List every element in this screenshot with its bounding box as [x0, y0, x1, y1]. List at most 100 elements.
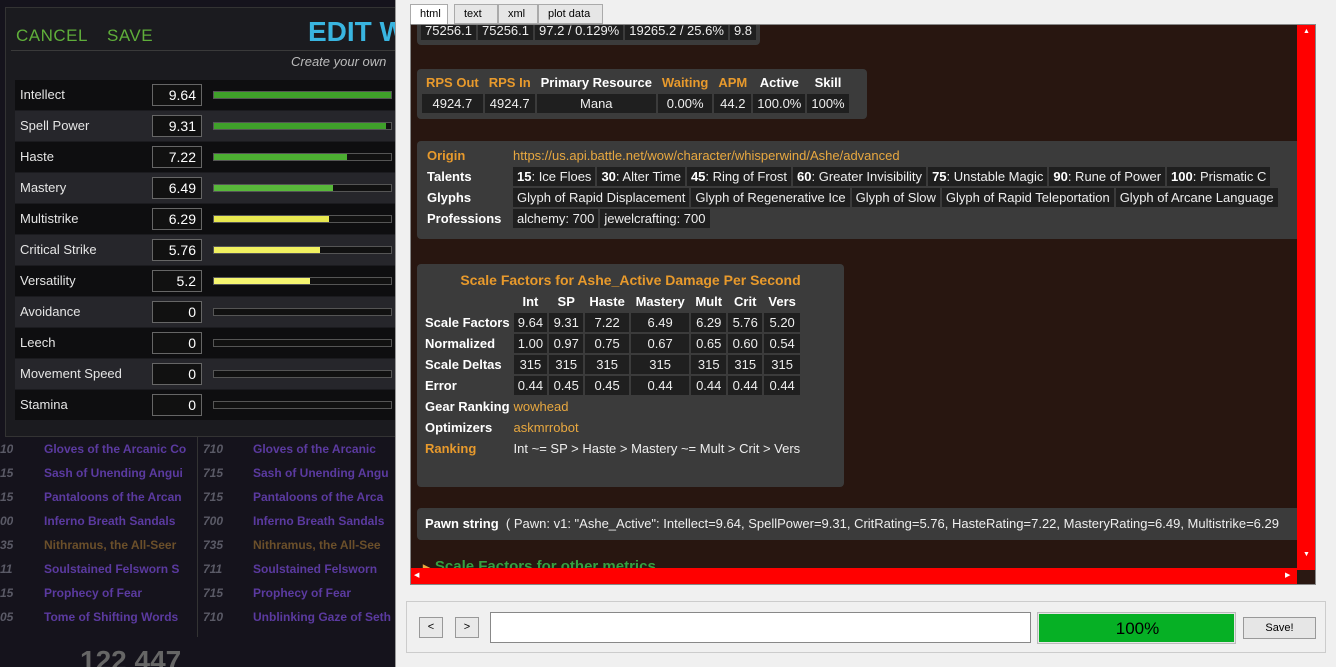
scale-cell: 9.64: [513, 313, 548, 332]
stat-weight-bar: [213, 401, 392, 409]
scale-cell: 0.44: [764, 376, 801, 395]
talent-item: 100: Prismatic C: [1167, 167, 1273, 186]
summary-cell: 9.8: [729, 25, 757, 40]
scale-row-label: Scale Deltas: [425, 357, 502, 372]
summary-box: 75256.1 75256.1 97.2 / 0.129% 19265.2 / 25.…: [417, 25, 761, 45]
progress-label: 100%: [1115, 619, 1160, 638]
vertical-scrollbar[interactable]: ▲ ▼: [1297, 25, 1315, 570]
scale-column-header: Mult: [695, 294, 723, 309]
scale-factors-box: Scale Factors for Ashe_Active Damage Per…: [417, 264, 844, 487]
optimizers-link[interactable]: askmrrobot: [514, 418, 801, 437]
horizontal-scrollbar[interactable]: ◀ ▶: [411, 568, 1297, 584]
edit-weights-subtitle: Create your own: [291, 54, 387, 69]
stat-weight-fill: [214, 185, 333, 191]
item-level: 711: [203, 562, 223, 576]
resource-header: Active: [759, 75, 799, 90]
stat-value-input[interactable]: [152, 146, 202, 168]
stat-name: Stamina: [20, 397, 68, 412]
progress-bar: 100%: [1037, 612, 1236, 644]
edit-weights-panel: CANCEL SAVE EDIT W Create your own Intel…: [5, 7, 406, 437]
item-level: 710: [203, 442, 224, 456]
talent-name: : Unstable Magic: [946, 169, 1044, 184]
tab-text[interactable]: text: [454, 4, 498, 24]
resource-value: 100.0%: [753, 94, 806, 113]
stat-value-input[interactable]: [152, 394, 202, 416]
list-item[interactable]: 05 Tome of Shifting Words 710 Unblinking Ga…: [0, 605, 400, 629]
talent-level: 60: [797, 169, 812, 184]
stat-value-input[interactable]: [152, 208, 202, 230]
scroll-left-icon[interactable]: ◀: [414, 572, 419, 580]
tab-plot-data[interactable]: plot data: [538, 4, 603, 24]
stat-weight-fill: [214, 278, 310, 284]
stat-value-input[interactable]: [152, 363, 202, 385]
gear-ranking-link[interactable]: wowhead: [514, 397, 801, 416]
stat-value-input[interactable]: [152, 115, 202, 137]
stat-value-input[interactable]: [152, 177, 202, 199]
talent-level: 30: [601, 169, 616, 184]
item-level: 700: [203, 514, 224, 528]
list-divider: [197, 437, 198, 637]
stat-name: Intellect: [20, 87, 65, 102]
summary-cell: 75256.1: [421, 25, 476, 40]
scale-column-header: Vers: [768, 294, 796, 309]
list-item[interactable]: 00 Inferno Breath Sandals 700 Inferno Breat…: [0, 509, 400, 533]
stat-name: Mastery: [20, 180, 67, 195]
other-metrics-toggle[interactable]: ▶ Scale Factors for other metrics: [423, 558, 656, 568]
stat-weight-bar: [213, 246, 392, 254]
scale-body: Scale Factors 9.64 9.31 7.22 6.49 6.29 5.76 5.2…: [423, 313, 801, 395]
stat-value-input[interactable]: [152, 239, 202, 261]
stat-value-input[interactable]: [152, 84, 202, 106]
report-window: html text xml plot data 75256.1 75256.1 97…: [395, 0, 1336, 667]
item-name: Nithramus, the All-Seer: [44, 538, 177, 552]
scale-cell: 0.45: [549, 376, 584, 395]
save-weights-button[interactable]: SAVE: [107, 26, 153, 46]
list-item[interactable]: 15 Prophecy of Fear 715 Prophecy of Fear: [0, 581, 400, 605]
stat-name: Critical Strike: [20, 242, 97, 257]
scroll-up-icon[interactable]: ▲: [1303, 28, 1310, 36]
resource-header-row: RPS Out RPS In Primary Resource Waiting APM A…: [422, 73, 849, 92]
header-divider: [11, 50, 397, 51]
list-item[interactable]: 35 Nithramus, the All-Seer 735 Nithramus, t…: [0, 533, 400, 557]
save-report-button[interactable]: Save!: [1243, 617, 1316, 639]
scale-cell: 0.67: [631, 334, 690, 353]
item-name: Unblinking Gaze of Seth: [253, 610, 392, 624]
list-item[interactable]: 15 Pantaloons of the Arcan 715 Pantaloons o…: [0, 485, 400, 509]
scroll-down-icon[interactable]: ▼: [1303, 551, 1310, 559]
talent-level: 100: [1171, 169, 1193, 184]
stat-weight-bar: [213, 308, 392, 316]
scroll-right-icon[interactable]: ▶: [1285, 572, 1290, 580]
stat-weight-fill: [214, 154, 347, 160]
resource-value: 44.2: [714, 94, 752, 113]
item-name: Inferno Breath Sandals: [253, 514, 385, 528]
scale-cell: 315: [691, 355, 727, 374]
resource-value-row: 4924.7 4924.7 Mana 0.00% 44.2 100.0% 100%: [422, 94, 849, 113]
scale-factors-title: Scale Factors for Ashe_Active Damage Per…: [460, 272, 801, 288]
command-input[interactable]: [490, 612, 1031, 643]
scale-cell: 0.44: [513, 376, 548, 395]
edit-weights-title: EDIT W: [308, 16, 406, 47]
scale-column-header: SP: [557, 294, 575, 309]
summary-cell: 19265.2 / 25.6%: [625, 25, 728, 40]
scale-cell: 5.20: [764, 313, 801, 332]
list-item[interactable]: 11 Soulstained Felsworn S 711 Soulstained F…: [0, 557, 400, 581]
profession-item: jewelcrafting: 700: [600, 209, 712, 228]
cancel-button[interactable]: CANCEL: [16, 26, 88, 46]
scale-cell: 5.76: [728, 313, 763, 332]
back-button[interactable]: <: [419, 617, 443, 638]
list-item[interactable]: 10 Gloves of the Arcanic Co 710 Gloves of t…: [0, 437, 400, 461]
stat-row-leech: Leech: [15, 328, 397, 358]
talent-item: 60: Greater Invisibility: [793, 167, 929, 186]
stat-value-input[interactable]: [152, 332, 202, 354]
item-name: Prophecy of Fear: [44, 586, 143, 600]
stat-value-input[interactable]: [152, 301, 202, 323]
origin-link[interactable]: https://us.api.battle.net/wow/character/…: [513, 146, 1280, 165]
scale-cell: 315: [513, 355, 548, 374]
forward-button[interactable]: >: [455, 617, 479, 638]
tab-xml[interactable]: xml: [498, 4, 538, 24]
stat-value-input[interactable]: [152, 270, 202, 292]
stat-weight-fill: [214, 123, 386, 129]
item-level: 15: [0, 490, 14, 504]
tab-html[interactable]: html: [410, 4, 448, 25]
item-level: 10: [0, 442, 14, 456]
list-item[interactable]: 15 Sash of Unending Angui 715 Sash of Unend…: [0, 461, 400, 485]
